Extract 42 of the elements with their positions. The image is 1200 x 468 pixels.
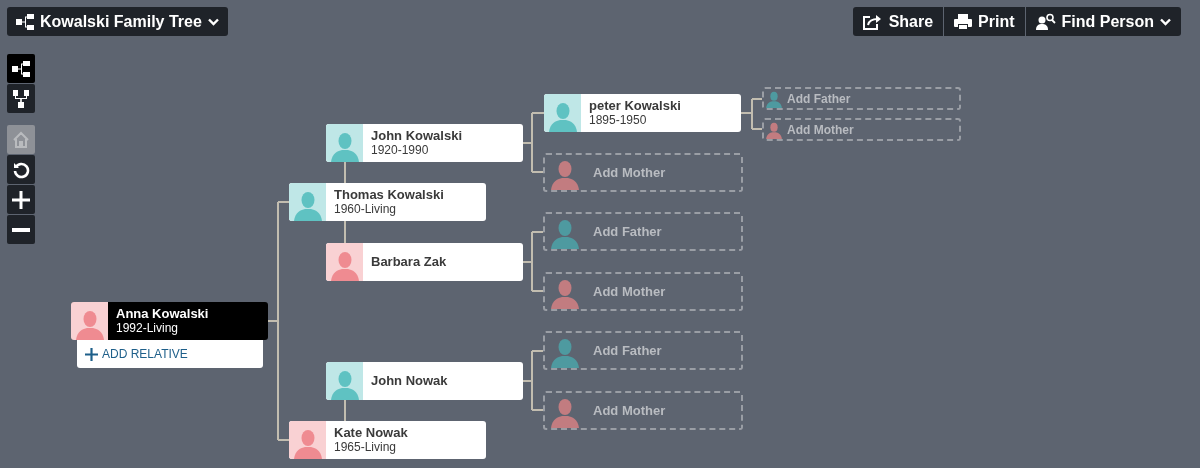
map-control-button[interactable] — [7, 155, 35, 184]
map-control-button[interactable] — [7, 185, 35, 214]
find-person-icon — [1035, 13, 1056, 30]
reset-icon — [12, 160, 30, 179]
zoom-out-icon — [12, 227, 30, 232]
share-icon — [862, 13, 883, 30]
horizontal-tree-icon — [16, 13, 34, 30]
home-icon — [12, 130, 30, 149]
chevron-down-icon — [207, 17, 219, 26]
person-dates: 1920-1990 — [371, 143, 430, 157]
person-name: Anna Kowalski — [116, 307, 209, 321]
person-card[interactable]: Anna Kowalski 1992-Living — [71, 302, 268, 340]
person-card[interactable]: Kate Nowak 1965-Living — [289, 421, 486, 459]
horizontal-tree-icon — [12, 60, 30, 77]
toolbar-button[interactable]: Find Person — [1025, 7, 1181, 36]
person-name: John Nowak — [371, 374, 448, 388]
tree-menu-button[interactable]: Kowalski Family Tree — [7, 7, 228, 36]
person-name: Thomas Kowalski — [334, 188, 444, 202]
map-control-button[interactable] — [7, 215, 35, 244]
person-name: Barbara Zak — [371, 255, 447, 269]
person-card[interactable]: peter Kowalski 1895-1950 — [544, 94, 741, 132]
person-card[interactable]: Thomas Kowalski 1960-Living — [289, 183, 486, 221]
person-card[interactable]: Barbara Zak — [326, 243, 523, 281]
toolbar-button[interactable]: Share — [852, 7, 944, 36]
view-mode-button[interactable] — [7, 84, 35, 113]
plus-icon — [85, 347, 98, 361]
toolbar-button[interactable]: Print — [944, 7, 1025, 36]
zoom-in-icon — [12, 190, 30, 209]
person-card[interactable]: John Nowak — [326, 362, 523, 400]
person-card[interactable]: John Kowalski 1920-1990 — [326, 124, 523, 162]
person-dates: 1965-Living — [334, 440, 398, 454]
connector-line — [344, 399, 346, 422]
vertical-tree-icon — [13, 89, 29, 108]
person-dates: 1960-Living — [334, 202, 398, 216]
view-mode-button[interactable] — [7, 54, 35, 83]
person-name: John Kowalski — [371, 129, 463, 143]
person-name: peter Kowalski — [589, 99, 681, 113]
person-dates: 1992-Living — [116, 321, 180, 335]
add-relative-button[interactable]: ADD RELATIVE — [77, 340, 263, 368]
person-dates: 1895-1950 — [589, 113, 648, 127]
printer-icon — [954, 13, 973, 30]
person-name: Kate Nowak — [334, 426, 408, 440]
